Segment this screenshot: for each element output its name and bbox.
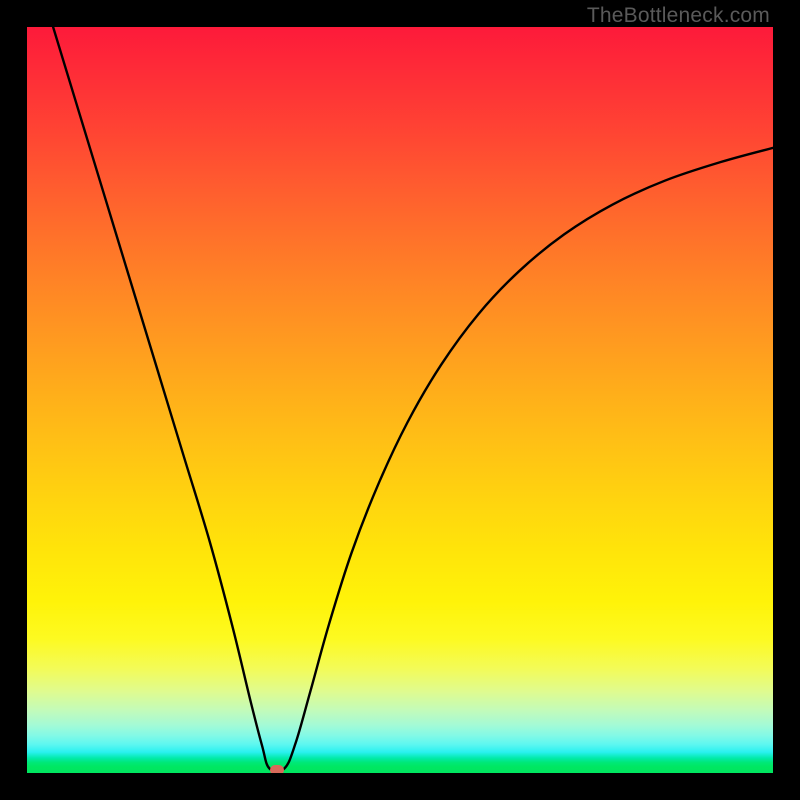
chart-frame: TheBottleneck.com: [0, 0, 800, 800]
plot-area: [27, 27, 773, 773]
watermark-text: TheBottleneck.com: [587, 4, 770, 28]
curve-path: [53, 27, 773, 772]
bottleneck-curve: [27, 27, 773, 773]
minimum-marker: [270, 765, 284, 773]
